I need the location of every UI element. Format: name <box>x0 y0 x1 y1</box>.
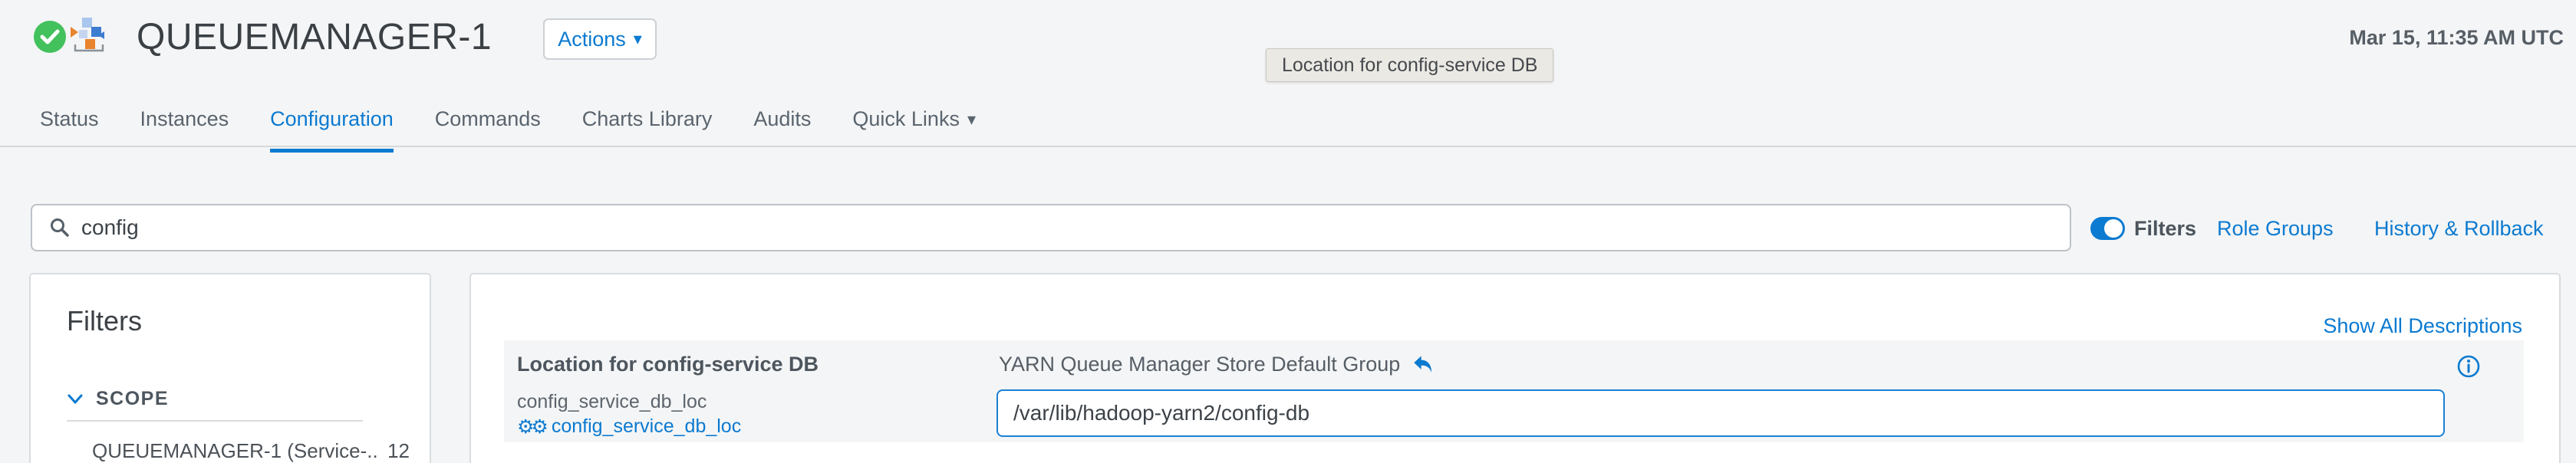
health-status-good-icon <box>34 21 66 53</box>
tab-bar: Status Instances Configuration Commands … <box>0 98 2576 147</box>
caret-down-icon: ▾ <box>634 31 642 48</box>
config-value-input[interactable] <box>996 389 2445 437</box>
filters-panel-title: Filters <box>67 305 142 337</box>
tab-commands[interactable]: Commands <box>435 98 541 151</box>
divider <box>67 420 363 422</box>
gears-icon: ⚙⚙ <box>517 417 545 436</box>
filters-toggle[interactable] <box>2090 217 2125 240</box>
tab-audits[interactable]: Audits <box>753 98 811 151</box>
config-group-label: YARN Queue Manager Store Default Group <box>999 353 1400 376</box>
config-search-input[interactable] <box>81 215 2053 240</box>
check-icon <box>40 28 60 45</box>
tab-quick-links[interactable]: Quick Links ▾ <box>852 98 976 151</box>
filters-panel: Filters SCOPE QUEUEMANAGER-1 (Service-..… <box>29 273 431 463</box>
scope-filter-count: 12 <box>387 439 410 463</box>
configuration-panel: Show All Descriptions Location for confi… <box>469 273 2561 463</box>
queue-manager-config-page: QUEUEMANAGER-1 Actions ▾ Location for co… <box>0 0 2576 463</box>
tab-status[interactable]: Status <box>40 98 99 151</box>
scope-filter-item[interactable]: QUEUEMANAGER-1 (Service-... 12 <box>92 435 410 463</box>
chevron-down-icon <box>67 393 84 406</box>
config-search-box <box>31 204 2071 251</box>
scope-section-label: SCOPE <box>96 388 169 410</box>
history-rollback-link[interactable]: History & Rollback <box>2374 217 2544 240</box>
config-tooltip: Location for config-service DB <box>1266 48 1553 82</box>
config-property-name: config_service_db_loc <box>517 391 707 413</box>
scope-section-header[interactable]: SCOPE <box>67 388 169 410</box>
search-icon <box>49 217 71 238</box>
page-title: QUEUEMANAGER-1 <box>137 14 492 60</box>
toggle-knob <box>2104 219 2123 238</box>
scope-filter-label: QUEUEMANAGER-1 (Service-... <box>92 439 378 463</box>
actions-button-label: Actions <box>558 28 626 51</box>
tab-instances[interactable]: Instances <box>140 98 229 151</box>
config-property-api-row: ⚙⚙ config_service_db_loc <box>517 415 741 438</box>
queue-manager-service-icon <box>71 17 107 54</box>
current-time: Mar 15, 11:35 AM UTC <box>2349 26 2564 50</box>
config-property-api-link[interactable]: config_service_db_loc <box>552 415 741 438</box>
show-all-descriptions-link[interactable]: Show All Descriptions <box>2323 314 2522 338</box>
tab-charts-library[interactable]: Charts Library <box>582 98 713 151</box>
config-property-title: Location for config-service DB <box>517 353 819 376</box>
active-tab-underline <box>270 149 394 153</box>
info-icon[interactable] <box>2456 354 2481 379</box>
tab-configuration[interactable]: Configuration <box>270 98 394 151</box>
role-groups-link[interactable]: Role Groups <box>2217 217 2334 240</box>
undo-icon[interactable] <box>1412 355 1434 375</box>
config-property-row: Location for config-service DB config_se… <box>504 340 2524 442</box>
caret-down-icon: ▾ <box>967 111 976 128</box>
actions-button[interactable]: Actions ▾ <box>543 18 657 60</box>
config-group-header: YARN Queue Manager Store Default Group <box>999 353 1434 376</box>
filters-toggle-label: Filters <box>2134 217 2196 240</box>
